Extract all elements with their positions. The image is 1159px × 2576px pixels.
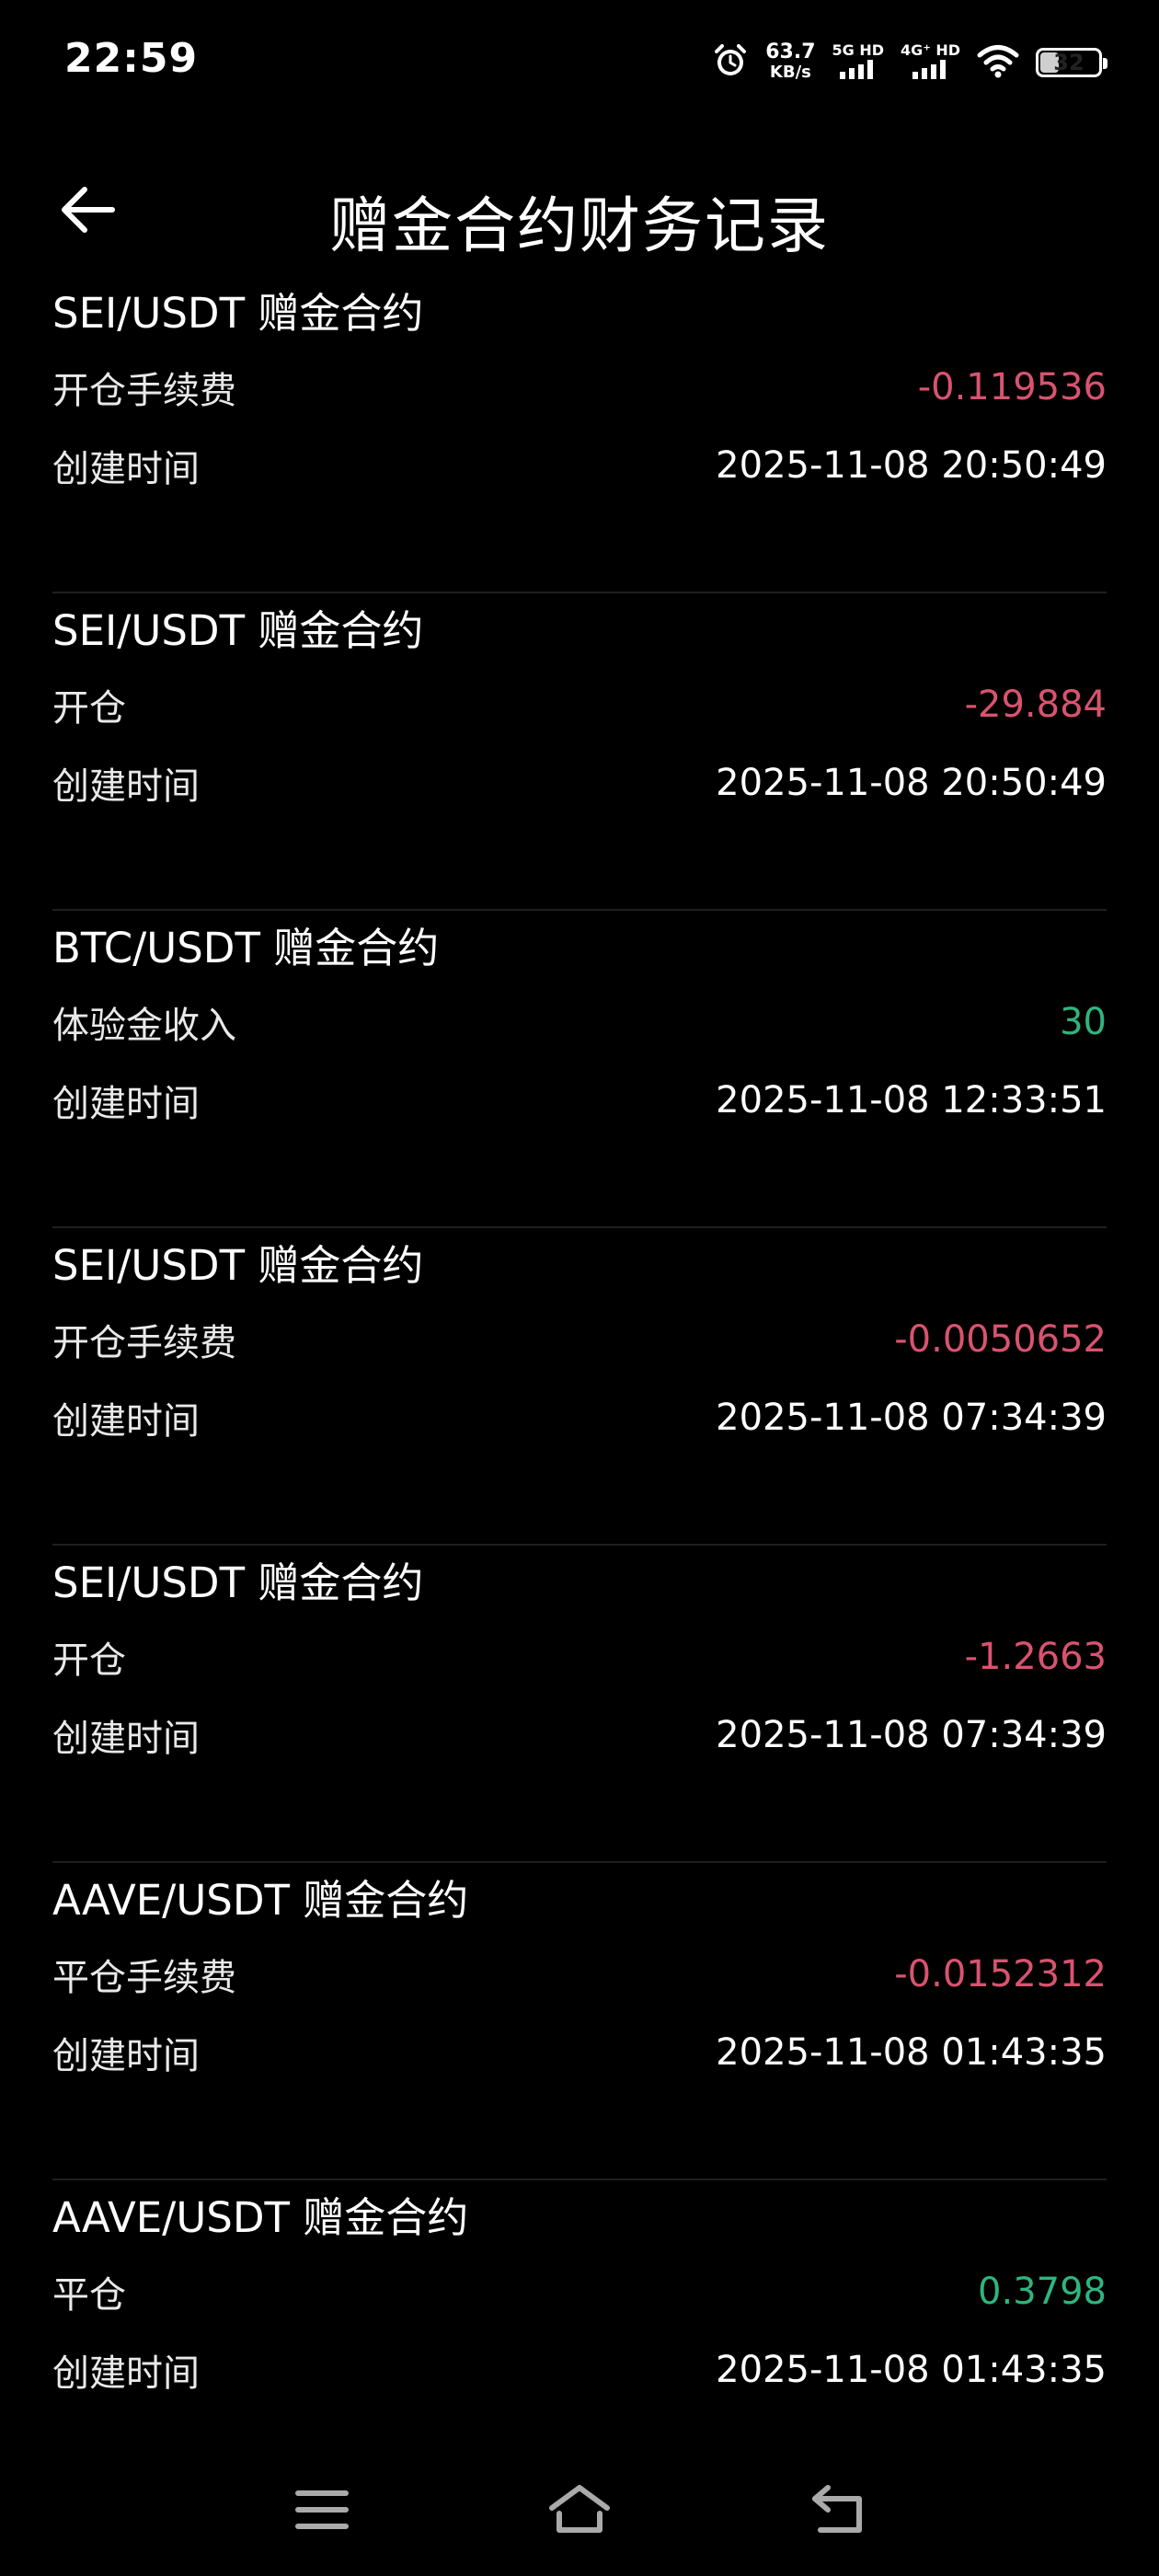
menu-icon — [294, 2488, 350, 2536]
wifi-icon — [977, 43, 1019, 82]
record-title: SEI/USDT 赠金合约 — [52, 1558, 424, 1607]
record-item[interactable]: BTC/USDT 赠金合约 体验金收入 30 创建时间 2025-11-08 1… — [52, 911, 1107, 1228]
net-speed-unit: KB/s — [769, 63, 811, 82]
sim1-label: 5G HD — [832, 41, 885, 59]
battery-level: 32 — [1053, 50, 1084, 75]
record-item[interactable]: SEI/USDT 赠金合约 开仓手续费 -0.0050652 创建时间 2025… — [52, 1228, 1107, 1546]
record-type-row: 开仓 -29.884 — [52, 678, 1107, 731]
home-icon — [546, 2482, 613, 2541]
signal-icon — [838, 59, 878, 83]
record-type: 开仓 — [52, 687, 126, 730]
record-amount: 30 — [1060, 1001, 1107, 1043]
record-time: 2025-11-08 07:34:39 — [716, 1397, 1107, 1439]
record-time-row: 创建时间 2025-11-08 07:34:39 — [52, 1708, 1107, 1762]
record-title: AAVE/USDT 赠金合约 — [52, 1876, 469, 1925]
record-amount: 0.3798 — [978, 2271, 1107, 2313]
header: 赠金合约财务记录 — [0, 147, 1159, 267]
alarm-icon — [712, 42, 749, 83]
record-time: 2025-11-08 12:33:51 — [716, 1079, 1107, 1121]
record-time-row: 创建时间 2025-11-08 01:43:35 — [52, 2026, 1107, 2079]
record-item[interactable]: SEI/USDT 赠金合约 开仓手续费 -0.119536 创建时间 2025-… — [52, 276, 1107, 593]
nav-menu-button[interactable] — [285, 2475, 359, 2548]
nav-back-button[interactable] — [800, 2475, 874, 2548]
record-type: 开仓 — [52, 1639, 126, 1682]
record-time: 2025-11-08 01:43:35 — [716, 2031, 1107, 2074]
record-amount: -0.0050652 — [894, 1318, 1107, 1361]
status-bar: 22:59 63.7 KB/s 5G HD 4G⁺ HD 32 — [0, 0, 1159, 129]
record-list[interactable]: SEI/USDT 赠金合约 开仓手续费 -0.119536 创建时间 2025-… — [52, 276, 1107, 2498]
record-type-row: 开仓 -1.2663 — [52, 1630, 1107, 1684]
record-item[interactable]: SEI/USDT 赠金合约 开仓 -29.884 创建时间 2025-11-08… — [52, 593, 1107, 911]
record-type-row: 平仓 0.3798 — [52, 2265, 1107, 2318]
record-amount: -1.2663 — [964, 1636, 1107, 1678]
status-time: 22:59 — [64, 35, 199, 82]
record-time: 2025-11-08 20:50:49 — [716, 762, 1107, 804]
system-nav-bar — [0, 2447, 1159, 2576]
record-time-row: 创建时间 2025-11-08 20:50:49 — [52, 439, 1107, 492]
net-speed-value: 63.7 — [765, 40, 816, 63]
back-icon — [808, 2484, 866, 2539]
record-time-row: 创建时间 2025-11-08 20:50:49 — [52, 756, 1107, 810]
record-amount: -29.884 — [964, 684, 1107, 726]
record-item[interactable]: AAVE/USDT 赠金合约 平仓手续费 -0.0152312 创建时间 202… — [52, 1863, 1107, 2180]
record-time-label: 创建时间 — [52, 1400, 200, 1443]
record-title: AAVE/USDT 赠金合约 — [52, 2193, 469, 2242]
nav-home-button[interactable] — [543, 2475, 616, 2548]
record-amount: -0.119536 — [917, 366, 1107, 408]
sim1-signal: 5G HD — [832, 41, 885, 83]
sim2-signal: 4G⁺ HD — [901, 42, 960, 83]
record-title: SEI/USDT 赠金合约 — [52, 606, 424, 655]
record-time-label: 创建时间 — [52, 2035, 200, 2077]
record-time-label: 创建时间 — [52, 1718, 200, 1760]
record-type: 开仓手续费 — [52, 370, 236, 412]
record-time-row: 创建时间 2025-11-08 01:43:35 — [52, 2343, 1107, 2397]
battery-icon: 32 — [1036, 48, 1107, 77]
record-title: BTC/USDT 赠金合约 — [52, 924, 440, 972]
page-title: 赠金合约财务记录 — [329, 190, 830, 261]
signal-icon — [911, 59, 951, 83]
record-time-label: 创建时间 — [52, 765, 200, 808]
sim2-label: 4G⁺ HD — [901, 41, 960, 59]
record-type-row: 体验金收入 30 — [52, 995, 1107, 1049]
record-title: SEI/USDT 赠金合约 — [52, 1241, 424, 1290]
record-type-row: 开仓手续费 -0.119536 — [52, 361, 1107, 414]
record-type-row: 开仓手续费 -0.0050652 — [52, 1313, 1107, 1366]
record-time-row: 创建时间 2025-11-08 07:34:39 — [52, 1391, 1107, 1444]
record-time: 2025-11-08 20:50:49 — [716, 444, 1107, 487]
record-type: 开仓手续费 — [52, 1322, 236, 1364]
record-type-row: 平仓手续费 -0.0152312 — [52, 1948, 1107, 2001]
status-icons: 63.7 KB/s 5G HD 4G⁺ HD 32 — [712, 37, 1107, 88]
record-type: 体验金收入 — [52, 1005, 236, 1047]
record-time: 2025-11-08 07:34:39 — [716, 1714, 1107, 1756]
record-amount: -0.0152312 — [894, 1953, 1107, 1995]
record-time-row: 创建时间 2025-11-08 12:33:51 — [52, 1074, 1107, 1127]
record-title: SEI/USDT 赠金合约 — [52, 289, 424, 338]
record-time: 2025-11-08 01:43:35 — [716, 2349, 1107, 2391]
record-type: 平仓手续费 — [52, 1957, 236, 1999]
record-type: 平仓 — [52, 2274, 126, 2317]
net-speed: 63.7 KB/s — [765, 42, 815, 83]
record-time-label: 创建时间 — [52, 2352, 200, 2395]
record-time-label: 创建时间 — [52, 1083, 200, 1125]
record-time-label: 创建时间 — [52, 448, 200, 490]
record-item[interactable]: SEI/USDT 赠金合约 开仓 -1.2663 创建时间 2025-11-08… — [52, 1546, 1107, 1863]
